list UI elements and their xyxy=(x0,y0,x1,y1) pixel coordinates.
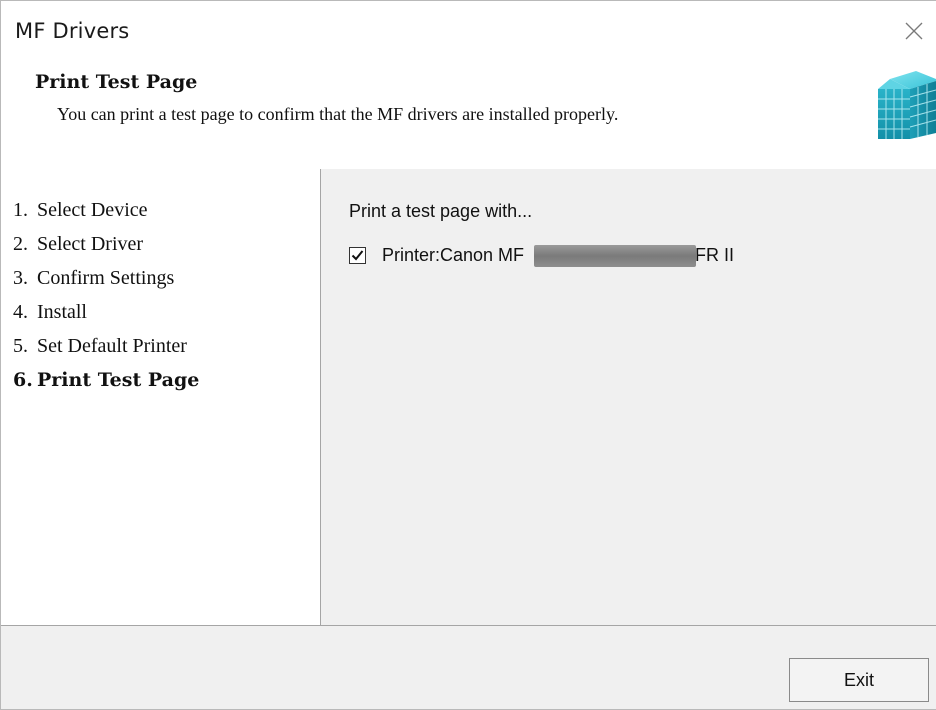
page-title: Print Test Page xyxy=(35,71,198,93)
step-item: 4. Install xyxy=(1,295,320,329)
exit-button[interactable]: Exit xyxy=(789,658,929,702)
page-description: You can print a test page to confirm tha… xyxy=(57,104,619,124)
printer-checkbox-option[interactable]: Printer:Canon MF UFR II xyxy=(349,245,734,267)
redaction-bar xyxy=(534,245,696,267)
printer-label: Printer:Canon MF UFR II xyxy=(382,245,734,267)
wizard-body: 1. Select Device 2. Select Driver 3. Confirm … xyxy=(1,169,936,625)
canon-installer-cube-icon xyxy=(878,71,936,139)
step-item: 1. Select Device xyxy=(1,193,320,227)
installer-window: MF Drivers Print Test Page You can print… xyxy=(0,0,936,710)
content-heading: Print a test page with... xyxy=(349,201,533,221)
close-icon xyxy=(905,22,923,40)
title-bar: MF Drivers xyxy=(1,1,936,59)
step-label: Install xyxy=(37,300,87,323)
window-title: MF Drivers xyxy=(15,19,130,43)
step-label: Select Driver xyxy=(37,232,144,255)
step-number: 6. xyxy=(13,369,33,391)
printer-label-prefix: Printer:Canon MF xyxy=(382,245,525,265)
step-label: Set Default Printer xyxy=(37,334,187,357)
step-number: 3. xyxy=(13,266,28,289)
step-number: 5. xyxy=(13,334,28,357)
steps-list: 1. Select Device 2. Select Driver 3. Confirm … xyxy=(1,169,320,397)
steps-panel: 1. Select Device 2. Select Driver 3. Confirm … xyxy=(1,169,321,625)
step-number: 1. xyxy=(13,198,28,221)
step-item: 2. Select Driver xyxy=(1,227,320,261)
step-number: 2. xyxy=(13,232,28,255)
step-number: 4. xyxy=(13,300,28,323)
step-item: 3. Confirm Settings xyxy=(1,261,320,295)
footer-bar: Exit xyxy=(1,625,936,709)
checkmark-icon xyxy=(351,250,364,261)
step-label: Confirm Settings xyxy=(37,266,175,289)
step-item: 6. Print Test Page xyxy=(1,363,320,397)
content-panel: Print a test page with... Printer:Canon … xyxy=(321,169,936,625)
printer-checkbox[interactable] xyxy=(349,247,366,264)
step-item: 5. Set Default Printer xyxy=(1,329,320,363)
close-button[interactable] xyxy=(894,11,934,51)
step-label: Select Device xyxy=(37,198,148,221)
step-label: Print Test Page xyxy=(37,369,200,391)
header-band: Print Test Page You can print a test pag… xyxy=(1,59,936,170)
